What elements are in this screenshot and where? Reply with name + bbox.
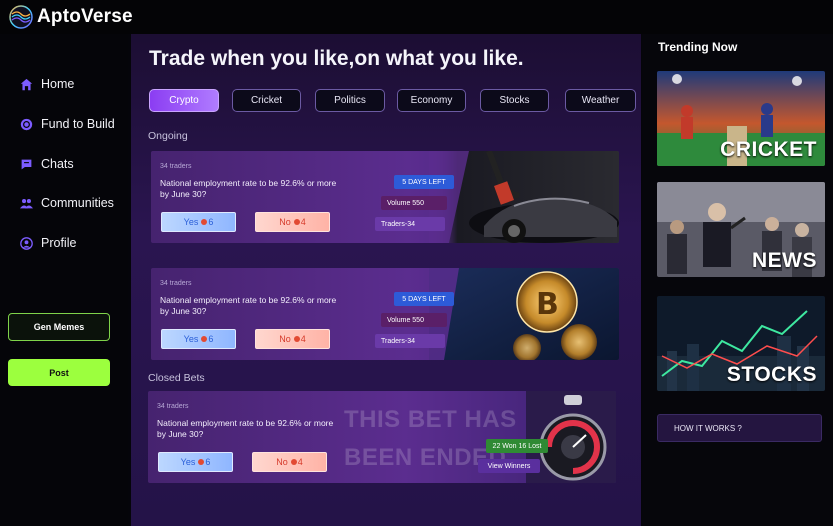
- count-dot-icon: [201, 219, 208, 225]
- tab-economy[interactable]: Economy: [397, 89, 466, 112]
- chat-icon: [20, 158, 33, 171]
- sidebar-item-profile[interactable]: Profile: [20, 233, 76, 253]
- page-title: Trade when you like,on what you like.: [149, 47, 524, 70]
- trending-label: CRICKET: [720, 138, 817, 161]
- section-closed-bets: Closed Bets: [148, 372, 205, 384]
- yes-label: Yes: [183, 217, 199, 227]
- trending-item-cricket[interactable]: CRICKET: [657, 71, 825, 166]
- trending-label: STOCKS: [726, 363, 817, 386]
- traders-count: 34 traders: [157, 403, 189, 410]
- sidebar-item-home[interactable]: Home: [20, 74, 74, 94]
- count-dot-icon: [293, 219, 300, 225]
- race-car-fuel-image: [429, 151, 619, 243]
- count-dot-icon: [198, 459, 205, 465]
- yes-count: 6: [208, 334, 214, 344]
- home-icon: [20, 78, 33, 91]
- section-ongoing: Ongoing: [148, 130, 188, 142]
- days-left-badge: 5 DAYS LEFT: [394, 175, 454, 189]
- yes-count: 6: [208, 217, 214, 227]
- top-bar: AptoVerse: [0, 0, 833, 34]
- sidebar-item-communities[interactable]: Communities: [20, 193, 114, 213]
- yes-button[interactable]: Yes 6: [161, 212, 236, 232]
- trending-title: Trending Now: [658, 40, 738, 54]
- how-it-works-button[interactable]: HOW IT WORKS ?: [657, 414, 822, 442]
- closed-bet-card[interactable]: 34 traders National employment rate to b…: [148, 391, 616, 483]
- bitcoin-coins-image: B: [429, 268, 619, 360]
- gen-memes-button[interactable]: Gen Memes: [8, 313, 110, 341]
- bet-card[interactable]: B 34 traders National employment rate to…: [151, 268, 619, 360]
- no-label: No: [276, 457, 288, 467]
- traders-badge: Traders-34: [375, 217, 445, 231]
- no-button[interactable]: No 4: [252, 452, 327, 472]
- tab-crypto[interactable]: Crypto: [149, 89, 219, 112]
- traders-count: 34 traders: [160, 280, 192, 287]
- no-label: No: [279, 217, 291, 227]
- user-icon: [20, 236, 33, 250]
- no-count: 4: [297, 457, 303, 467]
- tab-cricket[interactable]: Cricket: [232, 89, 301, 112]
- coin-icon: [20, 118, 33, 131]
- trending-label: NEWS: [752, 249, 817, 272]
- traders-count: 34 traders: [160, 163, 192, 170]
- result-badge: 22 Won 16 Lost: [486, 439, 548, 453]
- sidebar-item-label: Home: [41, 77, 75, 91]
- sidebar-item-chats[interactable]: Chats: [20, 154, 74, 174]
- count-dot-icon: [201, 336, 208, 342]
- yes-label: Yes: [180, 457, 196, 467]
- bet-question: National employment rate to be 92.6% or …: [160, 178, 337, 199]
- volume-badge: Volume 550: [381, 196, 447, 210]
- yes-button[interactable]: Yes 6: [161, 329, 236, 349]
- bet-question: National employment rate to be 92.6% or …: [160, 295, 337, 316]
- trending-item-news[interactable]: NEWS: [657, 182, 825, 277]
- tab-weather[interactable]: Weather: [565, 89, 636, 112]
- aptoverse-logo-icon[interactable]: [9, 5, 33, 29]
- sidebar-item-label: Chats: [41, 157, 74, 171]
- tab-stocks[interactable]: Stocks: [480, 89, 549, 112]
- no-button[interactable]: No 4: [255, 212, 330, 232]
- volume-badge: Volume 550: [381, 313, 447, 327]
- sidebar: Home Fund to Build Chats Communities Pro…: [0, 34, 128, 526]
- count-dot-icon: [290, 459, 297, 465]
- yes-label: Yes: [183, 334, 199, 344]
- yes-count: 6: [205, 457, 211, 467]
- sidebar-item-label: Profile: [41, 236, 77, 250]
- tab-politics[interactable]: Politics: [315, 89, 385, 112]
- no-label: No: [279, 334, 291, 344]
- trending-panel: Trending Now CRICKET NEWS STOCKS HOW IT …: [642, 34, 833, 526]
- app-title: AptoVerse: [37, 6, 133, 27]
- traders-badge: Traders-34: [375, 334, 445, 348]
- main-content: Trade when you like,on what you like. Cr…: [131, 34, 641, 526]
- bet-question: National employment rate to be 92.6% or …: [157, 418, 334, 439]
- users-icon: [20, 197, 33, 210]
- no-count: 4: [300, 217, 306, 227]
- sidebar-item-label: Communities: [41, 196, 114, 210]
- days-left-badge: 5 DAYS LEFT: [394, 292, 454, 306]
- yes-button[interactable]: Yes 6: [158, 452, 233, 472]
- svg-text:B: B: [536, 287, 559, 322]
- view-winners-button[interactable]: View Winners: [478, 459, 540, 473]
- bet-card[interactable]: 34 traders National employment rate to b…: [151, 151, 619, 243]
- no-button[interactable]: No 4: [255, 329, 330, 349]
- no-count: 4: [300, 334, 306, 344]
- post-button[interactable]: Post: [8, 359, 110, 386]
- count-dot-icon: [293, 336, 300, 342]
- sidebar-item-fund-to-build[interactable]: Fund to Build: [20, 114, 115, 134]
- sidebar-item-label: Fund to Build: [41, 117, 115, 131]
- trending-item-stocks[interactable]: STOCKS: [657, 296, 825, 391]
